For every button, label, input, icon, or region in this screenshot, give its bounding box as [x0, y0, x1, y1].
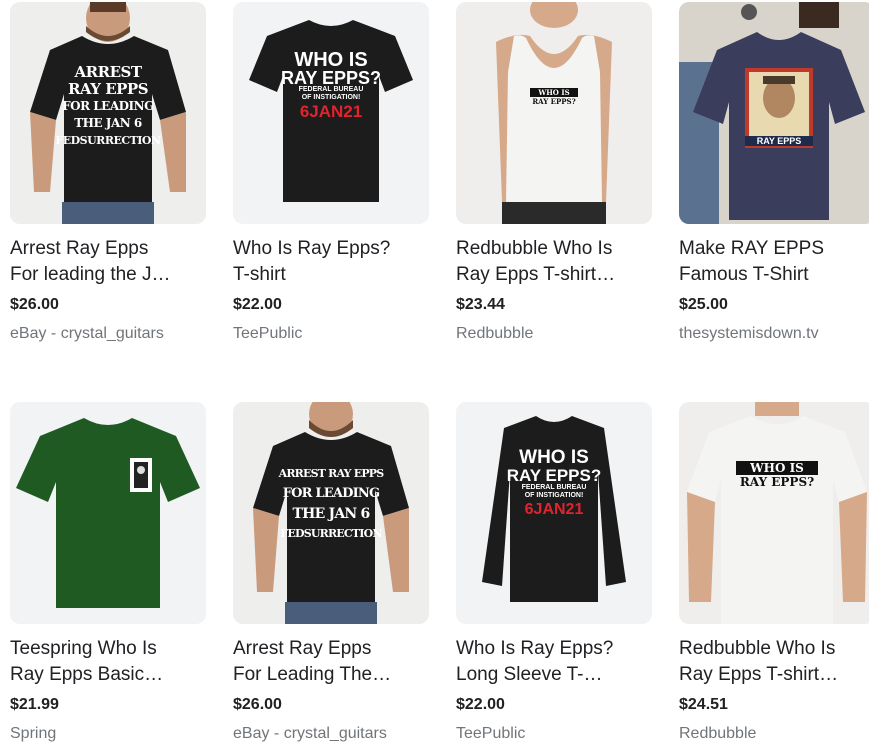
print-line: FOR LEADING [62, 99, 154, 113]
product-image[interactable]: ARREST RAY EPPS FOR LEADING THE JAN 6 FE… [233, 402, 429, 624]
product-card[interactable]: ARREST RAY EPPS FOR LEADING THE JAN 6 FE… [233, 402, 433, 743]
print-line: RAY EPPS? [532, 97, 576, 106]
print-line: WHO IS [294, 49, 368, 71]
product-price: $22.00 [233, 296, 282, 313]
print-line: RAY EPPS? [506, 466, 602, 485]
product-card[interactable]: WHO IS RAY EPPS? FEDERAL BUREAU OF INSTI… [233, 2, 433, 343]
print-line: 6JAN21 [299, 102, 363, 121]
product-image[interactable]: WHO IS RAY EPPS? [679, 402, 869, 624]
title-line: Redbubble Who Is [456, 238, 613, 259]
print-line: OF INSTIGATION! [524, 492, 584, 499]
title-line: For leading the J… [10, 264, 171, 285]
product-title[interactable]: Arrest Ray Epps For Leading The… [233, 636, 429, 688]
title-line: Famous T-Shirt [679, 264, 809, 285]
merchant-name[interactable]: TeePublic [456, 725, 656, 743]
print-line: FEDSURRECTION [55, 134, 161, 147]
merchant-name[interactable]: eBay - crystal_guitars [233, 725, 433, 743]
product-price: $22.00 [456, 696, 505, 713]
title-line: Arrest Ray Epps [10, 238, 149, 259]
print-line: WHO IS [519, 447, 589, 468]
print-line: FEDSURRECTION [280, 527, 382, 540]
merchant-name[interactable]: eBay - crystal_guitars [10, 325, 210, 343]
product-card[interactable]: WHO IS RAY EPPS? Redbubble Who Is Ray Ep… [679, 402, 869, 743]
product-price: $26.00 [10, 296, 59, 313]
print-line: RAY EPPS? [739, 475, 815, 489]
product-card[interactable]: Teespring Who Is Ray Epps Basic… $21.99 … [10, 402, 210, 743]
product-image[interactable] [10, 402, 206, 624]
title-line: Make RAY EPPS [679, 238, 825, 259]
title-line: Redbubble Who Is [679, 638, 836, 659]
product-price: $26.00 [233, 696, 282, 713]
print-line: ARREST RAY EPPS [278, 467, 385, 480]
title-line: Arrest Ray Epps [233, 638, 372, 659]
product-card[interactable]: WHO IS RAY EPPS? FEDERAL BUREAU OF INSTI… [456, 402, 656, 743]
print-line: RAY EPPS [67, 80, 149, 98]
product-image[interactable]: WHO IS RAY EPPS? FEDERAL BUREAU OF INSTI… [456, 402, 652, 624]
product-image[interactable]: ARREST RAY EPPS FOR LEADING THE JAN 6 FE… [10, 2, 206, 224]
product-price: $21.99 [10, 696, 59, 713]
print-line: OF INSTIGATION! [301, 94, 361, 101]
tshirt-image [687, 402, 867, 624]
title-line: Teespring Who Is [10, 638, 157, 659]
title-line: Long Sleeve T-… [456, 664, 603, 685]
print-line: RAY EPPS [745, 136, 813, 146]
title-line: Who Is Ray Epps? [233, 238, 391, 259]
merchant-name[interactable]: Redbubble [456, 325, 656, 343]
print-line: FEDERAL BUREAU [298, 86, 364, 93]
product-title[interactable]: Redbubble Who Is Ray Epps T-shirt… [679, 636, 869, 688]
product-grid: ARREST RAY EPPS FOR LEADING THE JAN 6 FE… [0, 0, 869, 753]
print-line: 6JAN21 [524, 501, 584, 518]
print-line: FOR LEADING [282, 486, 380, 501]
product-price: $25.00 [679, 296, 728, 313]
product-title[interactable]: Who Is Ray Epps? Long Sleeve T-… [456, 636, 652, 688]
title-line: T-shirt [233, 264, 286, 285]
product-card[interactable]: RAY EPPS Make RAY EPPS Famous T-Shirt $2… [679, 2, 869, 343]
print-line: ARREST [74, 63, 143, 81]
product-title[interactable]: Who Is Ray Epps? T-shirt [233, 236, 429, 288]
product-title[interactable]: Make RAY EPPS Famous T-Shirt [679, 236, 869, 288]
title-line: Ray Epps Basic… [10, 664, 164, 685]
title-line: For Leading The… [233, 664, 392, 685]
print-line: WHO IS [530, 88, 578, 97]
product-card[interactable]: ARREST RAY EPPS FOR LEADING THE JAN 6 FE… [10, 2, 210, 343]
product-title[interactable]: Arrest Ray Epps For leading the J… [10, 236, 206, 288]
print-line: THE JAN 6 [292, 506, 371, 522]
product-image[interactable]: WHO IS RAY EPPS? FEDERAL BUREAU OF INSTI… [233, 2, 429, 224]
merchant-name[interactable]: thesystemisdown.tv [679, 325, 869, 343]
merchant-name[interactable]: Spring [10, 725, 210, 743]
print-line: THE JAN 6 [74, 116, 142, 130]
tanktop-image [496, 2, 612, 224]
merchant-name[interactable]: Redbubble [679, 725, 869, 743]
print-line: WHO IS [736, 461, 818, 475]
product-card[interactable]: WHO IS RAY EPPS? Redbubble Who Is Ray Ep… [456, 2, 656, 343]
merchant-name[interactable]: TeePublic [233, 325, 433, 343]
print-line: FEDERAL BUREAU [521, 484, 587, 491]
title-line: Ray Epps T-shirt… [456, 264, 616, 285]
tshirt-flatlay-image [679, 2, 865, 224]
product-price: $23.44 [456, 296, 505, 313]
product-image[interactable]: RAY EPPS [679, 2, 869, 224]
title-line: Ray Epps T-shirt… [679, 664, 839, 685]
title-line: Who Is Ray Epps? [456, 638, 614, 659]
tshirt-image [16, 418, 200, 608]
product-title[interactable]: Teespring Who Is Ray Epps Basic… [10, 636, 206, 688]
product-image[interactable]: WHO IS RAY EPPS? [456, 2, 652, 224]
print-line: RAY EPPS? [280, 68, 382, 88]
product-price: $24.51 [679, 696, 728, 713]
product-title[interactable]: Redbubble Who Is Ray Epps T-shirt… [456, 236, 652, 288]
